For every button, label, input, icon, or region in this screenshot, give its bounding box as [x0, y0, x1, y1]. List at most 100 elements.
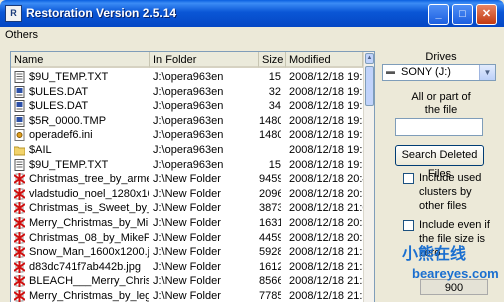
image-file-icon	[13, 290, 26, 302]
file-name: Christmas_tree_by_armene.j...	[29, 173, 149, 186]
drive-select[interactable]: ▬ SONY (J:) ▼	[382, 64, 496, 81]
vertical-scrollbar[interactable]: ▲	[363, 52, 374, 302]
file-modified: 2008/12/18 19:32	[289, 114, 363, 127]
include-zero-size-line2: the file size is	[419, 233, 486, 245]
file-row[interactable]: $9U_TEMP.TXT J:\opera963en 15 2008/12/18 19…	[11, 70, 363, 85]
image-file-icon	[13, 260, 26, 273]
file-folder: J:\opera963en	[153, 144, 224, 156]
column-header-size[interactable]: Size	[259, 52, 286, 68]
file-row[interactable]: $9U_TEMP.TXT J:\opera963en 15 2008/12/18 19…	[11, 158, 363, 173]
data-file-icon	[14, 114, 25, 127]
watermark-logo: 小熊在线	[402, 246, 467, 263]
file-name: $9U_TEMP.TXT	[29, 158, 109, 171]
image-file-icon	[13, 246, 26, 259]
file-row[interactable]: Snow_Man_1600x1200.jpg J:\New Folder 59287…	[11, 245, 363, 260]
file-name: $ULES.DAT	[29, 100, 89, 113]
file-folder: J:\New Folder	[153, 275, 221, 288]
text-file-icon	[14, 158, 25, 171]
file-row[interactable]: vladstudio_noel_1280x1024... J:\New Folde…	[11, 187, 363, 202]
image-file-icon	[13, 231, 26, 244]
file-size: 1480	[259, 114, 281, 127]
file-modified: 2008/12/18 19:32	[289, 100, 363, 113]
file-folder: J:\New Folder	[153, 231, 221, 244]
file-name: $ULES.DAT	[29, 85, 89, 98]
file-row[interactable]: BLEACH___Merry_Christma... J:\New Folder 8…	[11, 274, 363, 289]
column-header-name[interactable]: Name	[11, 52, 150, 68]
image-file-icon	[13, 173, 26, 186]
file-folder: J:\opera963en	[153, 129, 224, 142]
file-modified: 2008/12/18 19:32	[289, 129, 363, 142]
drives-label: Drives	[425, 51, 457, 63]
file-row[interactable]: $ULES.DAT J:\opera963en 32 2008/12/18 19:32	[11, 85, 363, 100]
file-modified: 2008/12/18 21:09	[289, 202, 363, 215]
file-modified: 2008/12/18 19:32	[289, 144, 363, 156]
file-modified: 2008/12/18 21:30	[289, 275, 363, 288]
file-folder: J:\New Folder	[153, 202, 221, 215]
file-size: 34	[268, 100, 281, 113]
file-name: $9U_TEMP.TXT	[29, 71, 109, 83]
file-size: 32	[268, 85, 281, 98]
include-zero-size-checkbox[interactable]	[403, 220, 414, 231]
file-row[interactable]: $5R_0000.TMP J:\opera963en 1480 2008/12/18 …	[11, 114, 363, 129]
file-size: 445960	[259, 231, 281, 244]
file-folder: J:\opera963en	[153, 100, 224, 113]
file-name: Merry_Christmas_by_legiost...	[29, 290, 149, 302]
column-header-folder[interactable]: In Folder	[150, 52, 259, 68]
maximize-button[interactable]: □	[452, 4, 473, 25]
file-modified: 2008/12/18 20:52	[289, 217, 363, 229]
file-row[interactable]: Christmas_08_by_MikePMit... J:\New Folder…	[11, 231, 363, 246]
text-file-icon	[14, 71, 25, 83]
drive-icon: ▬	[386, 66, 395, 76]
image-file-icon	[13, 217, 26, 229]
search-label-line1: All or part of	[411, 91, 471, 103]
file-name: Christmas_is_Sweet_by_alle...	[29, 202, 149, 215]
file-size: 387388	[259, 202, 281, 215]
file-size: 856664	[259, 275, 281, 288]
file-row[interactable]: $AIL J:\opera963en 2008/12/18 19:32	[11, 143, 363, 158]
scrollbar-thumb[interactable]	[365, 66, 374, 106]
file-folder: J:\New Folder	[153, 173, 221, 186]
chevron-down-icon[interactable]: ▼	[479, 65, 495, 80]
file-row[interactable]: Merry_Christmas_by_legiost... J:\New Fold…	[11, 289, 363, 302]
menu-others[interactable]: Others	[5, 29, 38, 41]
file-modified: 2008/12/18 20:53	[289, 231, 363, 244]
file-size: 15	[268, 158, 281, 171]
data-file-icon	[14, 100, 25, 113]
file-size: 1480	[259, 129, 281, 142]
drive-select-value: SONY (J:)	[401, 66, 451, 78]
file-row[interactable]: Christmas_is_Sweet_by_alle... J:\New Fold…	[11, 201, 363, 216]
file-modified: 2008/12/18 20:49	[289, 173, 363, 186]
include-used-clusters-checkbox[interactable]	[403, 173, 414, 184]
file-row[interactable]: $ULES.DAT J:\opera963en 34 2008/12/18 19:32	[11, 99, 363, 114]
file-modified: 2008/12/18 19:32	[289, 85, 363, 98]
include-zero-size-line1: Include even if	[419, 219, 490, 231]
search-deleted-files-button[interactable]: Search Deleted Files	[395, 145, 484, 180]
title-bar[interactable]: R Restoration Version 2.5.14 _ □ ✕	[0, 0, 504, 27]
file-list[interactable]: Name In Folder Size Modified $9U_TEMP.TX…	[10, 51, 375, 302]
file-name: Merry_Christmas_by_MikeP...	[29, 217, 149, 229]
file-modified: 2008/12/18 21:30	[289, 246, 363, 259]
file-row[interactable]: Merry_Christmas_by_MikeP... J:\New Folder…	[11, 216, 363, 231]
close-button[interactable]: ✕	[476, 4, 497, 25]
file-folder: J:\opera963en	[153, 158, 224, 171]
file-folder: J:\New Folder	[153, 217, 221, 229]
file-folder: J:\opera963en	[153, 71, 224, 83]
image-file-icon	[13, 202, 26, 215]
column-header-modified[interactable]: Modified	[286, 52, 363, 68]
file-modified: 2008/12/18 19:32	[289, 71, 363, 83]
minimize-button[interactable]: _	[428, 4, 449, 25]
app-icon[interactable]: R	[5, 5, 22, 22]
folder-icon	[13, 144, 26, 156]
file-name: Christmas_08_by_MikePMit...	[29, 231, 149, 244]
scroll-up-arrow-icon[interactable]: ▲	[365, 53, 374, 64]
file-size: 161291	[259, 260, 281, 273]
search-label-line2: the file	[424, 104, 458, 116]
file-row[interactable]: Christmas_tree_by_armene.j... J:\New Fold…	[11, 172, 363, 187]
file-size: 94599	[259, 173, 281, 186]
file-row[interactable]: operadef6.ini J:\opera963en 1480 2008/12/18…	[11, 128, 363, 143]
file-size: 15	[268, 71, 281, 83]
include-used-clusters-line2: clusters by	[419, 186, 472, 198]
file-row[interactable]: d83dc741f7ab442b.jpg J:\New Folder 161291 2…	[11, 260, 363, 275]
settings-file-icon	[14, 129, 25, 142]
filename-search-input[interactable]	[395, 118, 483, 136]
